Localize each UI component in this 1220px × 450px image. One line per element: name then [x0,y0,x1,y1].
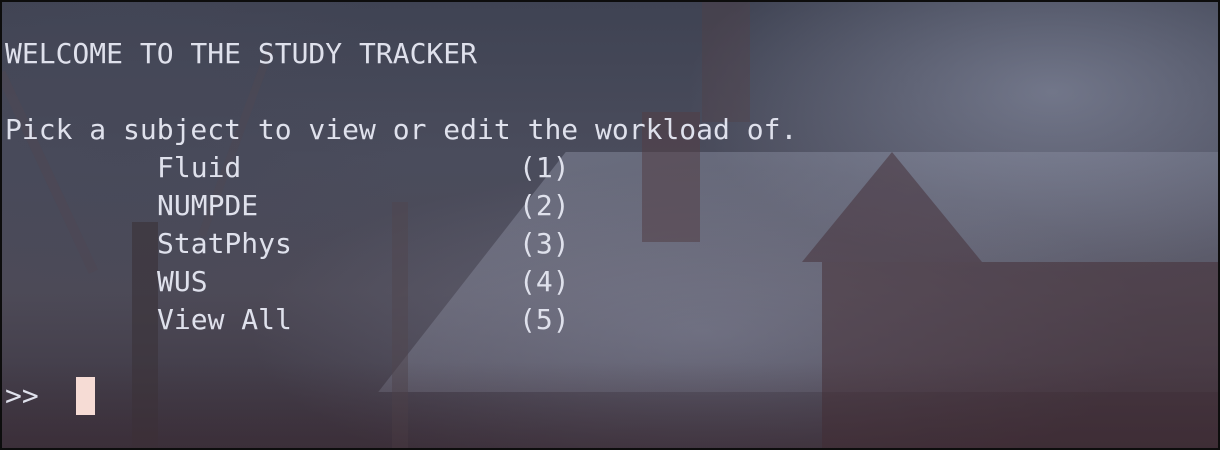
menu-item-statphys: StatPhys (3) [2,225,702,263]
menu-item-label: Fluid [157,151,242,184]
background-shade [2,362,1218,448]
menu-item-key: (1) [519,151,570,184]
menu-item-label: View All [157,303,292,336]
menu-item-numpde: NUMPDE (2) [2,187,702,225]
menu-item-label: WUS [157,265,208,298]
background-gable [802,152,982,262]
background-house [822,262,1218,448]
instruction-text: Pick a subject to view or edit the workl… [5,113,798,146]
text-cursor[interactable] [75,377,95,415]
menu-item-view-all: View All (5) [2,301,702,339]
menu-item-fluid: Fluid (1) [2,149,702,187]
menu-item-wus: WUS (4) [2,263,702,301]
menu-item-key: (3) [519,227,570,260]
welcome-heading: WELCOME TO THE STUDY TRACKER [5,37,478,70]
menu-item-key: (5) [519,303,570,336]
command-prompt[interactable]: >> [5,377,95,415]
prompt-symbol: >> [5,379,39,412]
menu-item-key: (2) [519,189,570,222]
menu-item-key: (4) [519,265,570,298]
background-chimney [702,2,750,122]
menu-item-label: NUMPDE [157,189,259,222]
menu-item-label: StatPhys [157,227,292,260]
terminal-window[interactable]: WELCOME TO THE STUDY TRACKER Pick a subj… [0,0,1220,450]
